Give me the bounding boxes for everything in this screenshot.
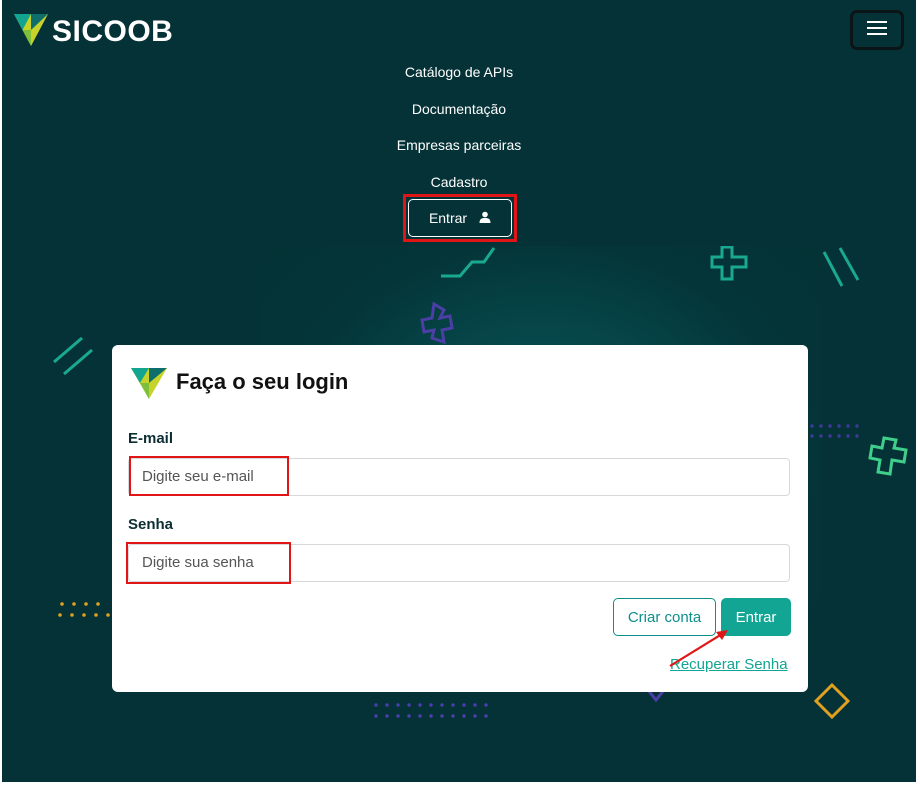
- plus-decoration: [710, 245, 748, 281]
- nav-link-catalogo[interactable]: Catálogo de APIs: [2, 62, 916, 99]
- plus-decoration-right: [868, 436, 908, 476]
- brand-name: SICOOB: [52, 14, 174, 48]
- highlight-box: [126, 542, 291, 584]
- logo-icon: [131, 367, 167, 404]
- login-title: Faça o seu login: [176, 369, 349, 394]
- dots-decoration-right: [810, 424, 859, 438]
- slash-decoration: [822, 247, 860, 287]
- slash-decoration-left: [53, 336, 93, 376]
- user-icon: [479, 210, 491, 226]
- logo-icon: [14, 12, 48, 51]
- create-account-label: Criar conta: [627, 608, 702, 626]
- diamond-decoration: [813, 682, 851, 720]
- red-arrow-annotation: [669, 630, 728, 667]
- email-label: E-mail: [128, 430, 174, 447]
- dots-decoration-left: [58, 602, 110, 617]
- zigzag-decoration: [441, 247, 496, 278]
- nav-login-label: Entrar: [428, 210, 468, 226]
- cross-decoration: [420, 301, 454, 345]
- menu-icon: [867, 20, 887, 41]
- nav-link-documentacao[interactable]: Documentação: [2, 99, 916, 136]
- dots-decoration-bottom: [374, 703, 488, 718]
- page-background: SICOOB Catálogo de APIs Documentação Emp…: [2, 0, 916, 782]
- navbar: SICOOB Catálogo de APIs Documentação Emp…: [2, 0, 916, 246]
- nav-login-button[interactable]: Entrar: [408, 199, 512, 237]
- nav-menu: Catálogo de APIs Documentação Empresas p…: [2, 62, 916, 208]
- highlight-box: [129, 456, 289, 496]
- brand-logo[interactable]: SICOOB: [14, 12, 173, 51]
- nav-link-empresas[interactable]: Empresas parceiras: [2, 135, 916, 172]
- login-button-label: Entrar: [735, 608, 777, 626]
- menu-button[interactable]: [850, 10, 904, 50]
- password-label: Senha: [128, 516, 174, 533]
